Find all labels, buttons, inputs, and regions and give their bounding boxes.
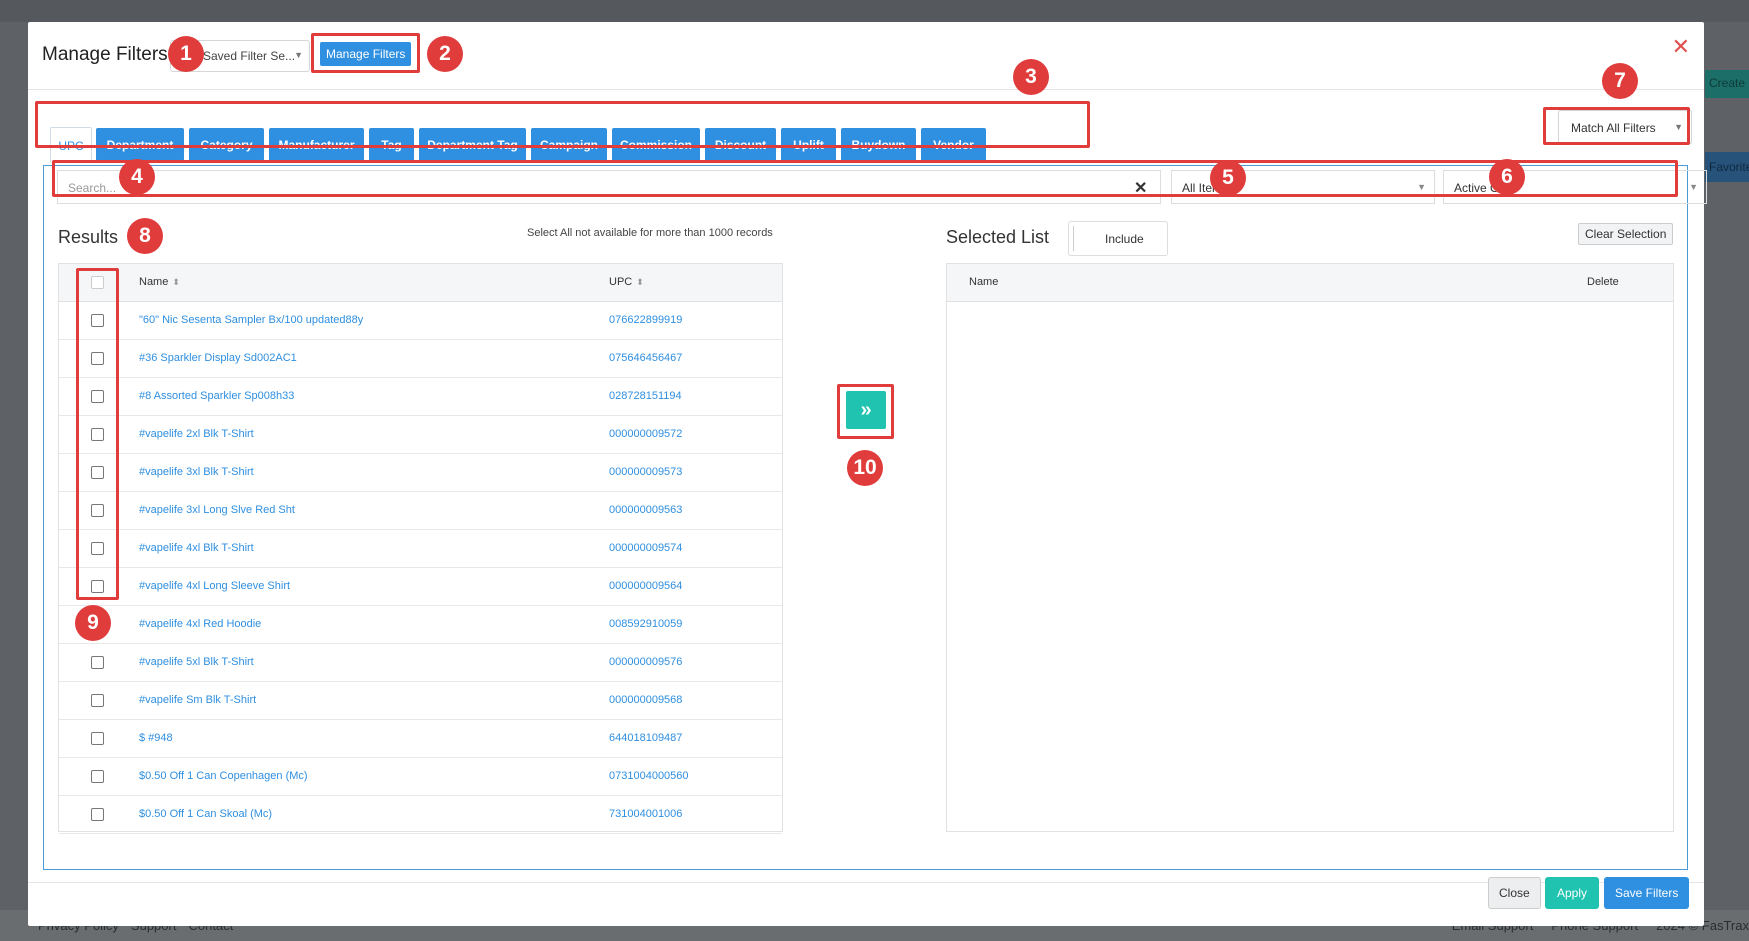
table-row: #vapelife 2xl Blk T-Shirt 000000009572: [59, 416, 782, 454]
save-filters-button[interactable]: Save Filters: [1604, 877, 1690, 909]
row-upc-link[interactable]: 075646456467: [609, 352, 682, 364]
row-upc-link[interactable]: 000000009574: [609, 542, 682, 554]
results-table-header: Name ⬍ UPC ⬍: [59, 264, 782, 302]
include-toggle[interactable]: Include: [1068, 221, 1168, 256]
row-checkbox[interactable]: [91, 656, 104, 669]
table-row: #vapelife Sm Blk T-Shirt 000000009568: [59, 682, 782, 720]
close-button[interactable]: Close: [1488, 877, 1541, 909]
table-row: #vapelife 4xl Red Hoodie 008592910059: [59, 606, 782, 644]
table-row: #vapelife 5xl Blk T-Shirt 000000009576: [59, 644, 782, 682]
annotation-highlight-tabs: [35, 101, 1090, 148]
toggle-knob: [1073, 226, 1074, 251]
clear-selection-button[interactable]: Clear Selection: [1578, 223, 1674, 245]
row-upc-link[interactable]: 731004001006: [609, 808, 682, 820]
row-name-link[interactable]: #vapelife 3xl Blk T-Shirt: [139, 466, 254, 478]
row-checkbox[interactable]: [91, 808, 104, 821]
include-label: Include: [1105, 232, 1144, 246]
annotation-highlight-match: [1543, 107, 1690, 145]
table-row: #vapelife 3xl Long Slve Red Sht 000000009…: [59, 492, 782, 530]
selected-list-title: Selected List: [946, 227, 1050, 247]
row-name-link[interactable]: #8 Assorted Sparkler Sp008h33: [139, 390, 294, 402]
background-topbar: [0, 0, 1749, 22]
annotation-badge: 1: [168, 36, 204, 72]
modal-header: Manage Filters Saved Filter Se... ▼ Mana…: [28, 22, 1704, 90]
row-upc-link[interactable]: 000000009573: [609, 466, 682, 478]
selected-table-header: Name Delete: [947, 264, 1673, 302]
row-name-link[interactable]: #vapelife Sm Blk T-Shirt: [139, 694, 256, 706]
background-create-report-button: Create Report: [1705, 70, 1749, 98]
sort-icon: ⬍: [636, 277, 644, 287]
row-upc-link[interactable]: 0731004000560: [609, 770, 689, 782]
row-upc-link[interactable]: 000000009572: [609, 428, 682, 440]
row-upc-link[interactable]: 000000009564: [609, 580, 682, 592]
annotation-highlight-transfer: [837, 384, 894, 439]
row-checkbox[interactable]: [91, 694, 104, 707]
annotation-highlight-search-row: [52, 160, 1678, 197]
row-upc-link[interactable]: 000000009568: [609, 694, 682, 706]
results-title: Results: [58, 227, 119, 247]
annotation-badge: 8: [127, 218, 163, 254]
table-row: #vapelife 4xl Blk T-Shirt 000000009574: [59, 530, 782, 568]
row-upc-link[interactable]: 076622899919: [609, 314, 682, 326]
table-row: #vapelife 3xl Blk T-Shirt 000000009573: [59, 454, 782, 492]
chevron-down-icon: ▼: [294, 50, 303, 60]
selected-list-table: Name Delete: [946, 263, 1674, 832]
row-name-link[interactable]: #vapelife 2xl Blk T-Shirt: [139, 428, 254, 440]
row-name-link[interactable]: #vapelife 5xl Blk T-Shirt: [139, 656, 254, 668]
annotation-badge: 2: [427, 36, 463, 72]
close-icon[interactable]: ✕: [1672, 34, 1690, 60]
table-row: $0.50 Off 1 Can Copenhagen (Mc) 073100400…: [59, 758, 782, 796]
upc-column-header[interactable]: UPC ⬍: [609, 276, 644, 288]
name-column-header[interactable]: Name ⬍: [139, 276, 180, 288]
row-name-link[interactable]: #vapelife 3xl Long Slve Red Sht: [139, 504, 295, 516]
row-upc-link[interactable]: 008592910059: [609, 618, 682, 630]
annotation-badge: 6: [1489, 159, 1525, 195]
row-name-link[interactable]: $0.50 Off 1 Can Copenhagen (Mc): [139, 770, 308, 782]
annotation-highlight-manage-filters: [311, 33, 420, 73]
chevron-down-icon: ▼: [1689, 182, 1698, 192]
annotation-badge: 5: [1210, 160, 1246, 196]
row-name-link[interactable]: #vapelife 4xl Red Hoodie: [139, 618, 261, 630]
row-upc-link[interactable]: 028728151194: [609, 390, 682, 402]
row-upc-link[interactable]: 000000009576: [609, 656, 682, 668]
annotation-highlight-checkboxes: [76, 268, 119, 600]
annotation-badge: 7: [1602, 63, 1638, 99]
row-upc-link[interactable]: 644018109487: [609, 732, 682, 744]
row-checkbox[interactable]: [91, 732, 104, 745]
background-favorites-button: Favorites: [1705, 152, 1749, 182]
table-row: #36 Sparkler Display Sd002AC1 07564645646…: [59, 340, 782, 378]
modal-footer: [28, 882, 1704, 926]
row-checkbox[interactable]: [91, 770, 104, 783]
row-name-link[interactable]: $ #948: [139, 732, 173, 744]
annotation-badge: 3: [1013, 59, 1049, 95]
annotation-badge: 10: [847, 450, 883, 486]
table-row: #8 Assorted Sparkler Sp008h33 02872815119…: [59, 378, 782, 416]
row-name-link[interactable]: #36 Sparkler Display Sd002AC1: [139, 352, 297, 364]
apply-button[interactable]: Apply: [1545, 877, 1600, 909]
saved-filter-value: Saved Filter Se...: [203, 49, 296, 63]
table-row: $ #948 644018109487: [59, 720, 782, 758]
sort-icon: ⬍: [172, 277, 180, 287]
results-table: Name ⬍ UPC ⬍ "60" Nic Sesenta Sampler Bx/1…: [58, 263, 783, 834]
row-name-link[interactable]: $0.50 Off 1 Can Skoal (Mc): [139, 808, 272, 820]
modal-title: Manage Filters: [42, 44, 168, 65]
table-row: $0.50 Off 1 Can Skoal (Mc) 731004001006: [59, 796, 782, 834]
annotation-badge: 9: [75, 605, 111, 641]
selected-name-column-header: Name: [969, 276, 999, 288]
results-note: Select All not available for more than 1…: [527, 227, 773, 239]
table-row: #vapelife 4xl Long Sleeve Shirt 000000009…: [59, 568, 782, 606]
row-name-link[interactable]: #vapelife 4xl Long Sleeve Shirt: [139, 580, 290, 592]
row-upc-link[interactable]: 000000009563: [609, 504, 682, 516]
row-name-link[interactable]: "60" Nic Sesenta Sampler Bx/100 updated8…: [139, 314, 363, 326]
row-name-link[interactable]: #vapelife 4xl Blk T-Shirt: [139, 542, 254, 554]
table-row: "60" Nic Sesenta Sampler Bx/100 updated8…: [59, 302, 782, 340]
annotation-badge: 4: [119, 159, 155, 195]
selected-delete-column-header: Delete: [1587, 276, 1619, 288]
